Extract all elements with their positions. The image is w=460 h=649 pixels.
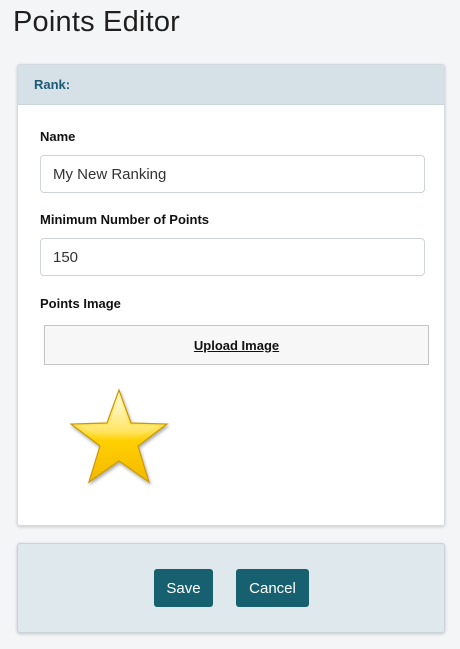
save-button[interactable]: Save xyxy=(154,569,213,607)
upload-image-label: Upload Image xyxy=(193,337,280,353)
rank-card-header: Rank: xyxy=(18,65,444,105)
min-points-label: Minimum Number of Points xyxy=(40,212,209,227)
name-input[interactable] xyxy=(40,155,425,193)
points-image-label: Points Image xyxy=(40,296,121,311)
page-title: Points Editor xyxy=(13,6,181,38)
cancel-button[interactable]: Cancel xyxy=(236,569,309,607)
name-label: Name xyxy=(40,129,76,144)
rank-header-label: Rank: xyxy=(34,77,71,92)
star-icon xyxy=(69,388,169,484)
rank-card: Rank: Name Minimum Number of Points Poin… xyxy=(17,64,445,526)
action-footer: Save Cancel xyxy=(17,543,445,633)
min-points-input[interactable] xyxy=(40,238,425,276)
upload-image-button[interactable]: Upload Image xyxy=(44,325,429,365)
